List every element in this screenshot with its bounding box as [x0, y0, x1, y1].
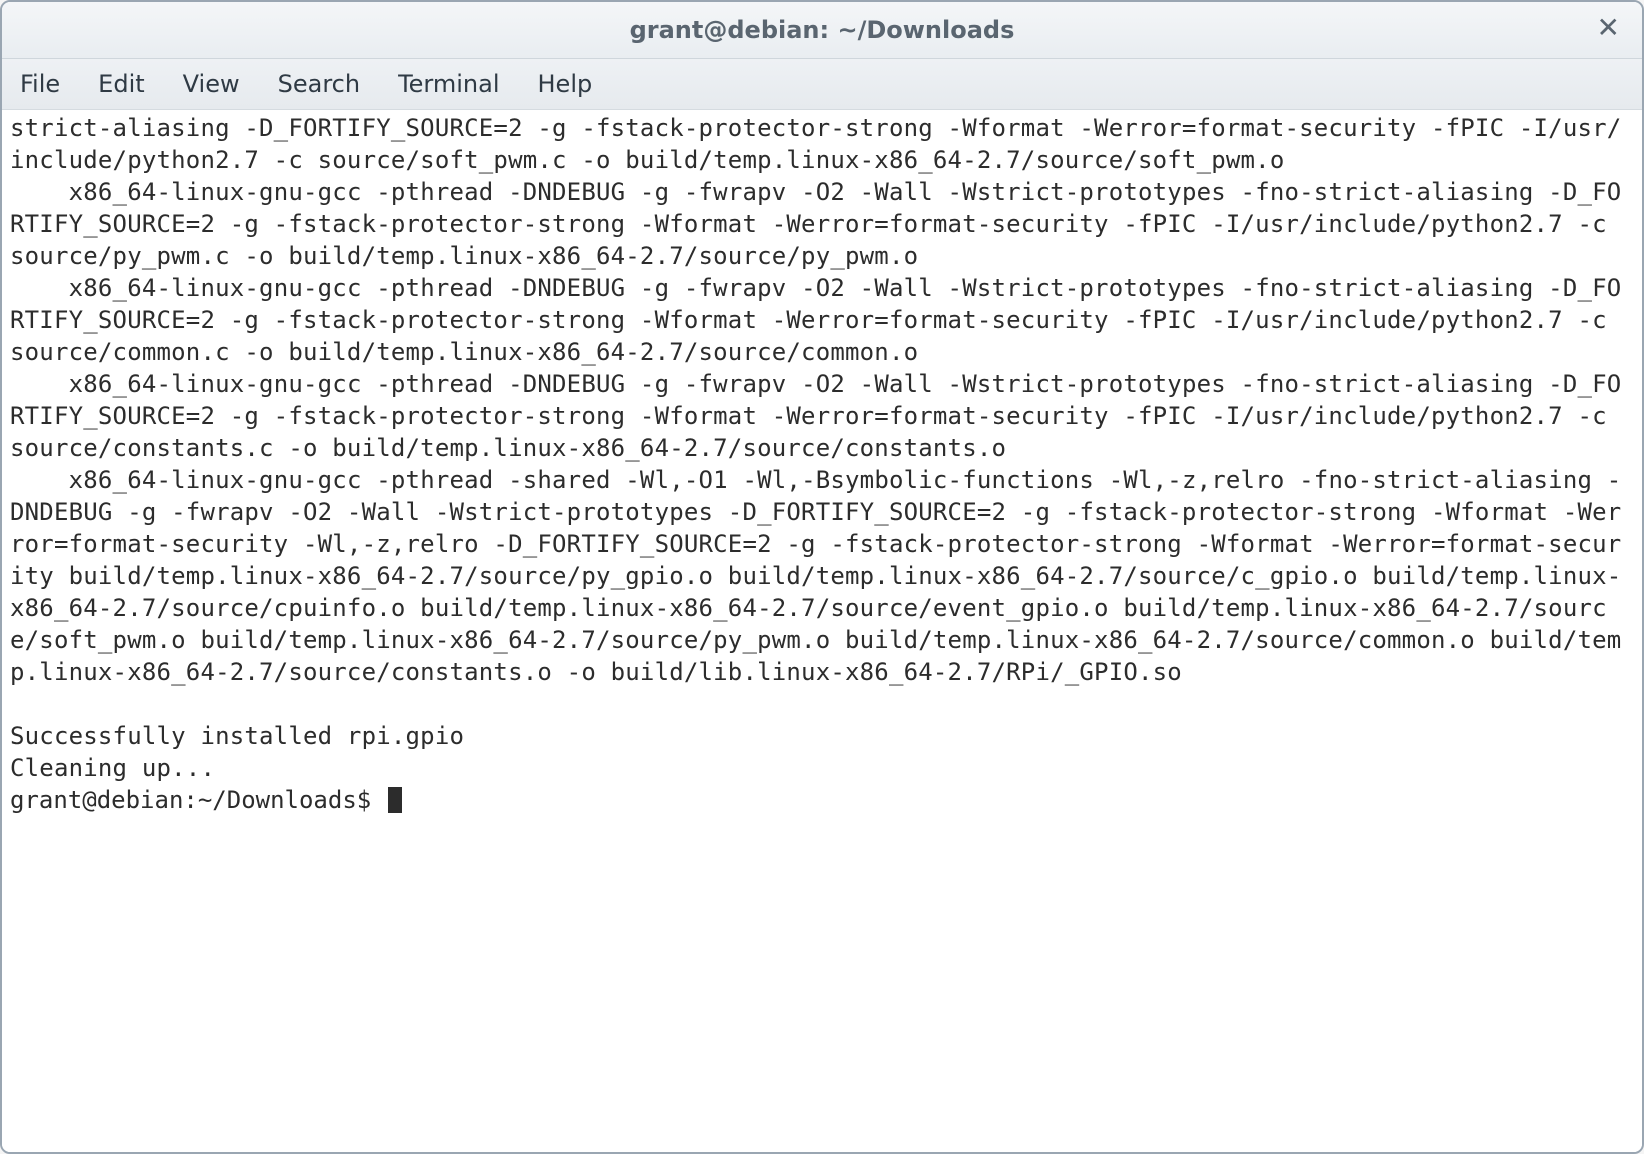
menu-terminal[interactable]: Terminal	[398, 70, 499, 98]
terminal-viewport[interactable]: strict-aliasing -D_FORTIFY_SOURCE=2 -g -…	[2, 110, 1642, 1152]
window-title: grant@debian: ~/Downloads	[630, 16, 1015, 44]
terminal-output: strict-aliasing -D_FORTIFY_SOURCE=2 -g -…	[10, 112, 1634, 784]
cursor-icon	[388, 787, 402, 813]
menu-help[interactable]: Help	[538, 70, 593, 98]
menu-edit[interactable]: Edit	[98, 70, 144, 98]
menu-search[interactable]: Search	[278, 70, 360, 98]
titlebar: grant@debian: ~/Downloads ✕	[2, 2, 1642, 59]
close-icon[interactable]: ✕	[1597, 14, 1620, 42]
menu-view[interactable]: View	[183, 70, 240, 98]
menu-file[interactable]: File	[20, 70, 60, 98]
menubar: File Edit View Search Terminal Help	[2, 59, 1642, 110]
terminal-prompt-line[interactable]: grant@debian:~/Downloads$	[10, 784, 1634, 816]
terminal-prompt: grant@debian:~/Downloads$	[10, 784, 386, 816]
terminal-window: grant@debian: ~/Downloads ✕ File Edit Vi…	[0, 0, 1644, 1154]
